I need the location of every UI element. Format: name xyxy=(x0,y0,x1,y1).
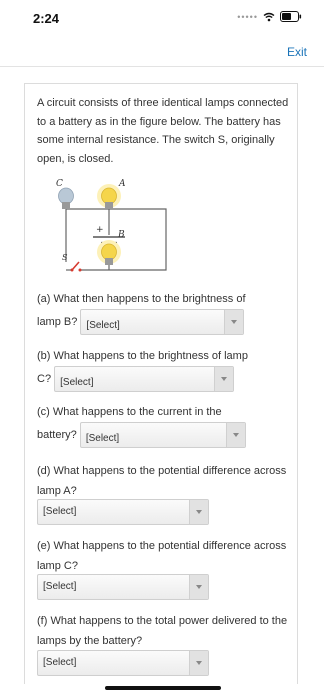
chevron-down-icon xyxy=(196,585,202,589)
question-e: (e) What happens to the potential differ… xyxy=(37,536,295,576)
question-d-select-value: [Select] xyxy=(43,506,77,517)
question-f-text: (f) What happens to the total power deli… xyxy=(37,615,288,647)
question-a-text: (a) What then happens to the brightness … xyxy=(37,293,246,305)
question-a-text-cont: lamp B? xyxy=(37,315,78,328)
status-bar: 2:24 ••••• xyxy=(0,0,324,36)
question-b-select-value: [Select] xyxy=(60,377,94,388)
chevron-down-icon xyxy=(196,510,202,514)
lamp-a-label: A xyxy=(118,179,126,189)
question-c: (c) What happens to the current in the b… xyxy=(37,402,295,448)
question-e-select-value: [Select] xyxy=(43,581,77,592)
status-time: 2:24 xyxy=(33,11,60,26)
header-divider xyxy=(0,66,324,67)
question-d-text: (d) What happens to the potential differ… xyxy=(37,465,287,497)
question-e-select[interactable]: [Select] xyxy=(37,574,209,600)
question-d: (d) What happens to the potential differ… xyxy=(37,461,295,501)
battery-icon xyxy=(280,11,302,22)
battery-plus-label: + xyxy=(96,225,104,235)
question-c-text: (c) What happens to the current in the xyxy=(37,406,222,418)
home-indicator[interactable] xyxy=(105,686,221,690)
exit-button[interactable]: Exit xyxy=(287,45,307,59)
question-b: (b) What happens to the brightness of la… xyxy=(37,346,295,392)
chevron-down-icon xyxy=(231,320,238,324)
question-card: A circuit consists of three identical la… xyxy=(24,83,298,684)
lamp-a-icon xyxy=(97,184,121,209)
question-e-text: (e) What happens to the potential differ… xyxy=(37,540,287,572)
question-a-select[interactable]: [Select] xyxy=(80,309,245,335)
switch-label: S xyxy=(62,253,68,262)
lamp-c-label: C xyxy=(56,179,63,189)
question-f-select[interactable]: [Select] xyxy=(37,650,209,676)
lamp-c-icon xyxy=(58,187,74,209)
lamp-b-icon xyxy=(97,240,121,265)
lamp-b-label: B xyxy=(117,230,125,240)
problem-intro: A circuit consists of three identical la… xyxy=(37,97,289,165)
circuit-figure: + S C A B xyxy=(56,179,167,276)
signal-icon: ••••• xyxy=(237,11,258,22)
question-f-select-value: [Select] xyxy=(43,657,77,668)
chevron-down-icon xyxy=(196,661,202,665)
question-c-select-value: [Select] xyxy=(85,433,120,444)
question-a-select-value: [Select] xyxy=(86,320,120,331)
question-d-select[interactable]: [Select] xyxy=(37,499,209,525)
status-icons: ••••• xyxy=(237,11,302,22)
question-b-select[interactable]: [Select] xyxy=(54,366,235,392)
question-a: (a) What then happens to the brightness … xyxy=(37,289,295,335)
question-b-text: (b) What happens to the brightness of la… xyxy=(37,350,248,362)
question-f: (f) What happens to the total power deli… xyxy=(37,611,295,651)
chevron-down-icon xyxy=(221,377,228,381)
question-b-text-cont: C? xyxy=(37,372,52,385)
question-c-text-cont: battery? xyxy=(37,428,77,441)
wifi-icon xyxy=(263,12,275,21)
question-c-select[interactable]: [Select] xyxy=(79,422,246,448)
chevron-down-icon xyxy=(232,433,239,437)
